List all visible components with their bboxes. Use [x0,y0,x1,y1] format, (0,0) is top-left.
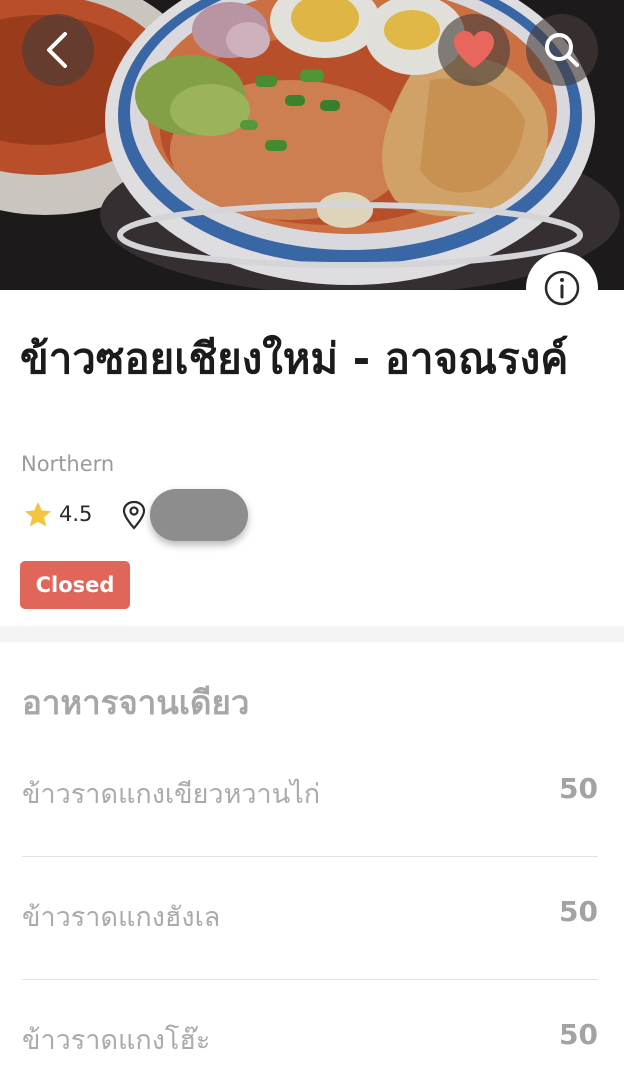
distance-pill[interactable] [150,489,248,541]
menu-item[interactable]: ข้าวราดแกงเขียวหวานไก่ 50 [22,772,598,895]
status-badge: Closed [20,561,130,609]
section-divider [0,626,624,642]
cuisine-label: Northern [21,452,115,476]
menu-item-name: ข้าวราดแกงโฮ๊ะ [22,1025,211,1056]
rating-value: 4.5 [59,502,93,526]
star-icon [25,502,51,527]
search-button[interactable] [526,14,598,86]
heart-icon [454,31,494,68]
menu-item-price: 50 [559,1018,598,1051]
menu-item-name: ข้าวราดแกงเขียวหวานไก่ [22,779,321,810]
favorite-button[interactable] [438,14,510,86]
menu-section-title: อาหารจานเดียว [22,683,250,722]
menu-divider [22,979,598,980]
info-button[interactable] [526,252,598,324]
search-icon [545,33,579,67]
restaurant-name: ข้าวซอยเชียงใหม่ - อาจณรงค์ [20,334,569,383]
chevron-left-icon [47,32,67,68]
menu-item-price: 50 [559,772,598,805]
menu-item[interactable]: ข้าวราดแกงฮังเล 50 [22,895,598,1018]
back-button[interactable] [22,14,94,86]
menu-item-name: ข้าวราดแกงฮังเล [22,902,221,933]
info-icon [544,270,580,306]
menu-item[interactable]: ข้าวราดแกงโฮ๊ะ 50 [22,1018,598,1078]
menu-divider [22,856,598,857]
map-pin-icon [122,500,146,530]
menu-item-price: 50 [559,895,598,928]
rating-location-row: 4.5 [22,488,322,542]
